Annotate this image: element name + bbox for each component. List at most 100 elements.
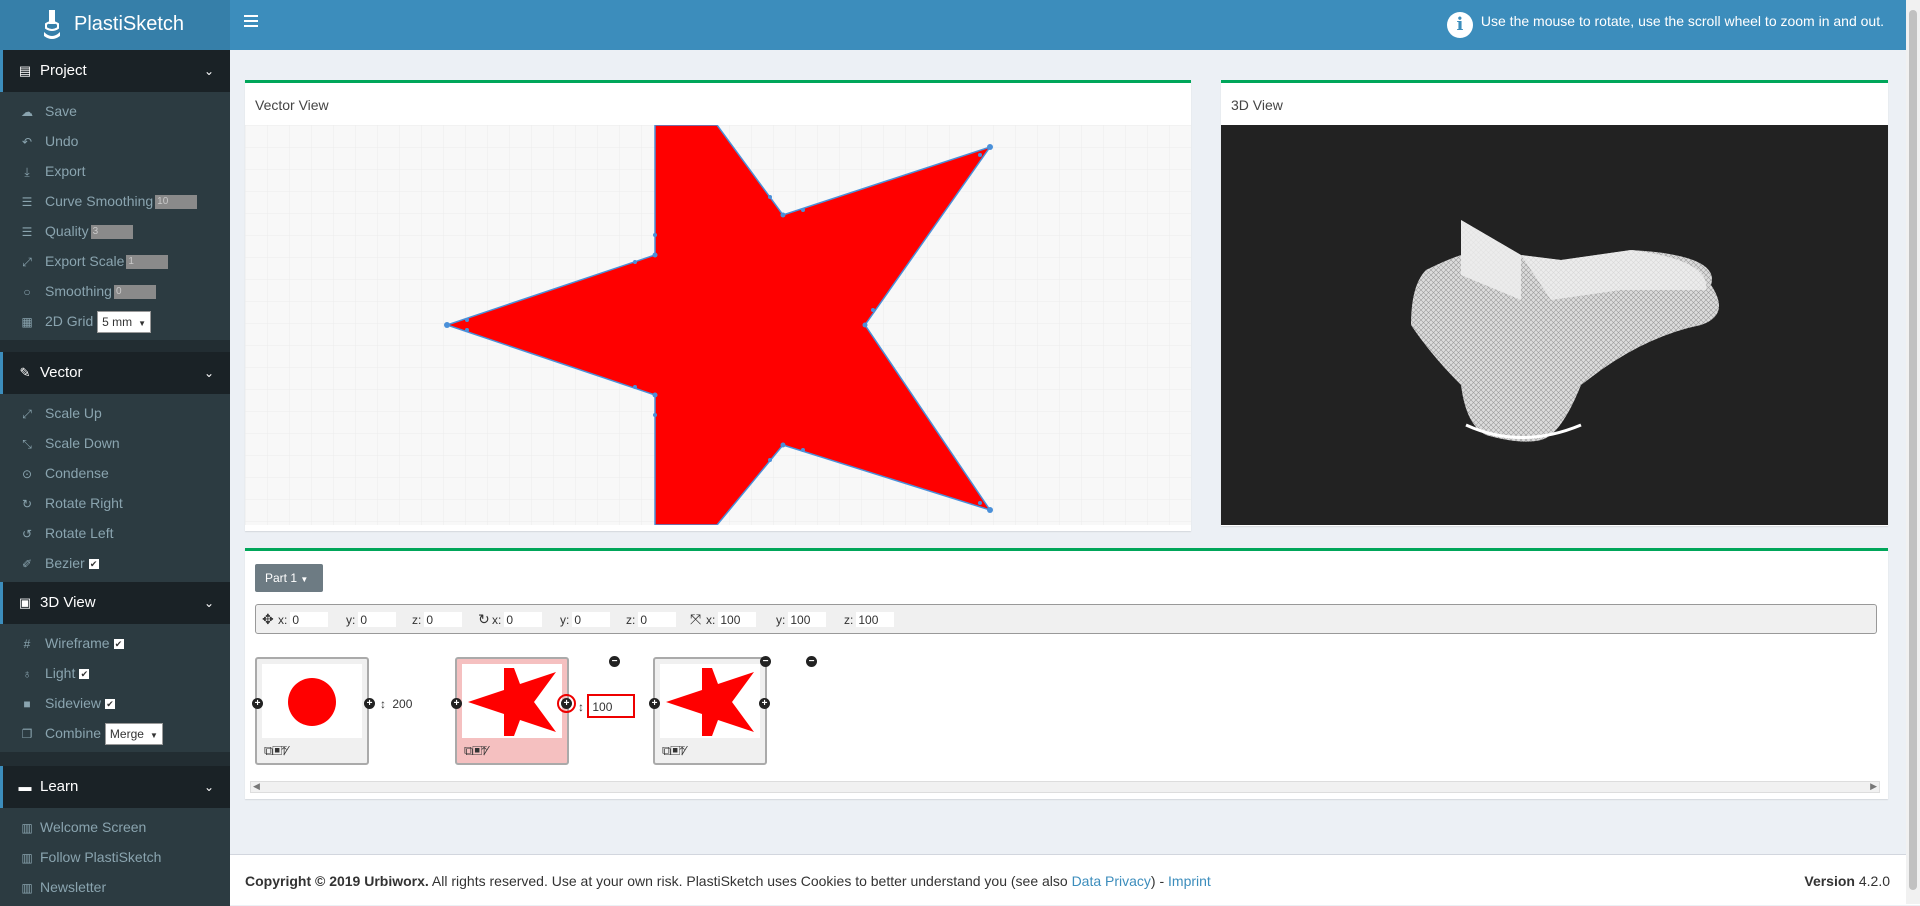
curve-smoothing-input[interactable]: 10 <box>155 195 198 210</box>
transform-bar: ✥ x: 0 y: 0 z: 0 ↻ x: 0 y: 0 z: 0 ⤧ x: 100 y: 10… <box>255 604 1877 634</box>
magic-wand-icon[interactable]: ⁄ <box>286 743 288 758</box>
expand-icon: ⤢ <box>22 407 32 421</box>
remove-layer-icon[interactable]: − <box>806 656 817 667</box>
rot-x-field[interactable]: x: 0 <box>492 612 543 628</box>
item-label: Light <box>45 665 76 681</box>
horizontal-scrollbar[interactable]: ◀ ▶ <box>250 781 1880 793</box>
section-vector[interactable]: ✎ Vector ⌄ <box>0 352 230 394</box>
3d-canvas[interactable] <box>1221 125 1888 525</box>
remove-layer-icon[interactable]: − <box>609 656 620 667</box>
sidebar-item-newsletter[interactable]: ▥ Newsletter <box>0 872 230 902</box>
sidebar-item-welcome[interactable]: ▥ Welcome Screen <box>0 812 230 842</box>
rot-z-field[interactable]: z: 0 <box>626 612 677 628</box>
quality-input[interactable]: 3 <box>90 225 133 240</box>
rot-y-field[interactable]: y: 0 <box>560 612 611 628</box>
sideview-checkbox[interactable]: ✔ <box>105 699 116 710</box>
wireframe-checkbox[interactable]: ✔ <box>113 639 124 650</box>
scrollbar-thumb[interactable] <box>1909 10 1917 890</box>
remove-layer-icon[interactable]: − <box>760 656 771 667</box>
item-label: 2D Grid <box>45 313 94 329</box>
add-layer-before-icon[interactable]: + <box>649 698 660 709</box>
scale-z-input[interactable]: 100 <box>856 612 895 627</box>
add-layer-before-icon[interactable]: + <box>252 698 263 709</box>
layer-gap: ↕ 100 <box>578 694 636 718</box>
combine-select[interactable]: Merge ▼ <box>104 723 163 746</box>
item-label: Welcome Screen <box>40 819 147 835</box>
paste-icon[interactable]: ▣ <box>272 743 282 758</box>
pos-y-input[interactable]: 0 <box>358 612 397 627</box>
add-layer-before-icon[interactable]: + <box>451 698 462 709</box>
item-label: Wireframe <box>45 635 110 651</box>
magic-wand-icon[interactable]: ⁄ <box>486 743 488 758</box>
rot-y-input[interactable]: 0 <box>572 612 611 627</box>
rotate-right-icon: ↻ <box>21 497 33 511</box>
part-select-button[interactable]: Part 1 ▼ <box>255 564 323 592</box>
section-project[interactable]: ▤ Project ⌄ <box>0 50 230 92</box>
paste-icon[interactable]: ▣ <box>670 743 680 758</box>
pos-x-field[interactable]: x: 0 <box>278 612 329 628</box>
vertical-scrollbar[interactable] <box>1906 0 1920 904</box>
privacy-link[interactable]: Data Privacy <box>1072 873 1151 889</box>
caret-down-icon: ▼ <box>138 319 147 329</box>
smoothing-input[interactable]: 0 <box>113 285 156 300</box>
vector-drawing[interactable] <box>245 125 1191 525</box>
section-3d-view[interactable]: ▣ 3D View ⌄ <box>0 582 230 624</box>
light-checkbox[interactable]: ✔ <box>79 669 90 680</box>
imprint-link[interactable]: Imprint <box>1168 873 1211 889</box>
scale-y-input[interactable]: 100 <box>788 612 827 627</box>
sidebar-item-undo[interactable]: ↶ Undo <box>0 126 230 156</box>
layer-card-active[interactable]: ⧉▣⤒⁄ <box>455 657 569 765</box>
paste-icon[interactable]: ▣ <box>472 743 482 758</box>
3d-view-title: 3D View <box>1231 97 1283 113</box>
film-icon: ▥ <box>21 881 33 895</box>
3d-view-panel: 3D View <box>1221 80 1888 526</box>
scroll-left-icon[interactable]: ◀ <box>253 781 260 792</box>
vector-canvas[interactable] <box>245 125 1191 525</box>
add-layer-after-icon[interactable]: + <box>364 698 375 709</box>
rot-z-input[interactable]: 0 <box>638 612 677 627</box>
item-label: Undo <box>45 133 79 149</box>
scale-x-field[interactable]: x: 100 <box>706 612 757 628</box>
pos-z-input[interactable]: 0 <box>424 612 463 627</box>
grid-select[interactable]: 5 mm ▼ <box>97 311 152 334</box>
field-label: z: <box>844 613 854 627</box>
chevron-down-icon: ⌄ <box>203 366 214 380</box>
sidebar-item-export-scale: ⤢ Export Scale 1 <box>0 246 230 276</box>
vector-view-panel: Vector View <box>245 80 1191 531</box>
pos-z-field[interactable]: z: 0 <box>412 612 463 628</box>
field-label: z: <box>412 613 422 627</box>
export-scale-input[interactable]: 1 <box>126 255 169 270</box>
menu-toggle-icon[interactable] <box>244 15 258 29</box>
scale-y-field[interactable]: y: 100 <box>776 612 827 628</box>
scroll-right-icon[interactable]: ▶ <box>1870 781 1877 792</box>
gap-input[interactable]: 100 <box>587 694 636 718</box>
sidebar-item-export[interactable]: ⤓ Export <box>0 156 230 186</box>
scale-x-input[interactable]: 100 <box>718 612 757 627</box>
bezier-checkbox[interactable]: ✔ <box>88 559 99 570</box>
section-learn[interactable]: ▬ Learn ⌄ <box>0 766 230 808</box>
file-icon: ▤ <box>18 63 32 78</box>
logo[interactable]: PlastiSketch <box>0 0 230 50</box>
chevron-down-icon: ⌄ <box>203 64 214 78</box>
pos-x-input[interactable]: 0 <box>290 612 329 627</box>
sidebar-item-scale-up[interactable]: ⤢ Scale Up <box>0 398 230 428</box>
combine-select-value: Merge <box>109 727 144 742</box>
3d-model-render[interactable] <box>1221 125 1888 525</box>
sidebar-item-save[interactable]: ☁ Save <box>0 96 230 126</box>
layer-card[interactable]: ⧉▣⤒⁄ <box>255 657 369 765</box>
sidebar-item-rotate-left[interactable]: ↺ Rotate Left <box>0 518 230 548</box>
sidebar-item-scale-down[interactable]: ⤡ Scale Down <box>0 428 230 458</box>
sidebar: ▤ Project ⌄ ☁ Save ↶ Undo ⤓ Export ☰ Curve Sm… <box>0 50 230 906</box>
layer-card[interactable]: ⧉▣⤒⁄ <box>653 657 767 765</box>
add-layer-after-icon[interactable]: + <box>557 694 576 713</box>
magic-wand-icon[interactable]: ⁄ <box>684 743 686 758</box>
rot-x-input[interactable]: 0 <box>504 612 543 627</box>
add-layer-after-icon[interactable]: + <box>759 698 770 709</box>
scale-z-field[interactable]: z: 100 <box>844 612 895 628</box>
gap-input[interactable]: 200 <box>389 696 430 713</box>
image-icon: ▣ <box>18 595 32 610</box>
sidebar-item-condense[interactable]: ⊙ Condense <box>0 458 230 488</box>
sidebar-item-follow[interactable]: ▥ Follow PlastiSketch <box>0 842 230 872</box>
sidebar-item-rotate-right[interactable]: ↻ Rotate Right <box>0 488 230 518</box>
pos-y-field[interactable]: y: 0 <box>346 612 397 628</box>
